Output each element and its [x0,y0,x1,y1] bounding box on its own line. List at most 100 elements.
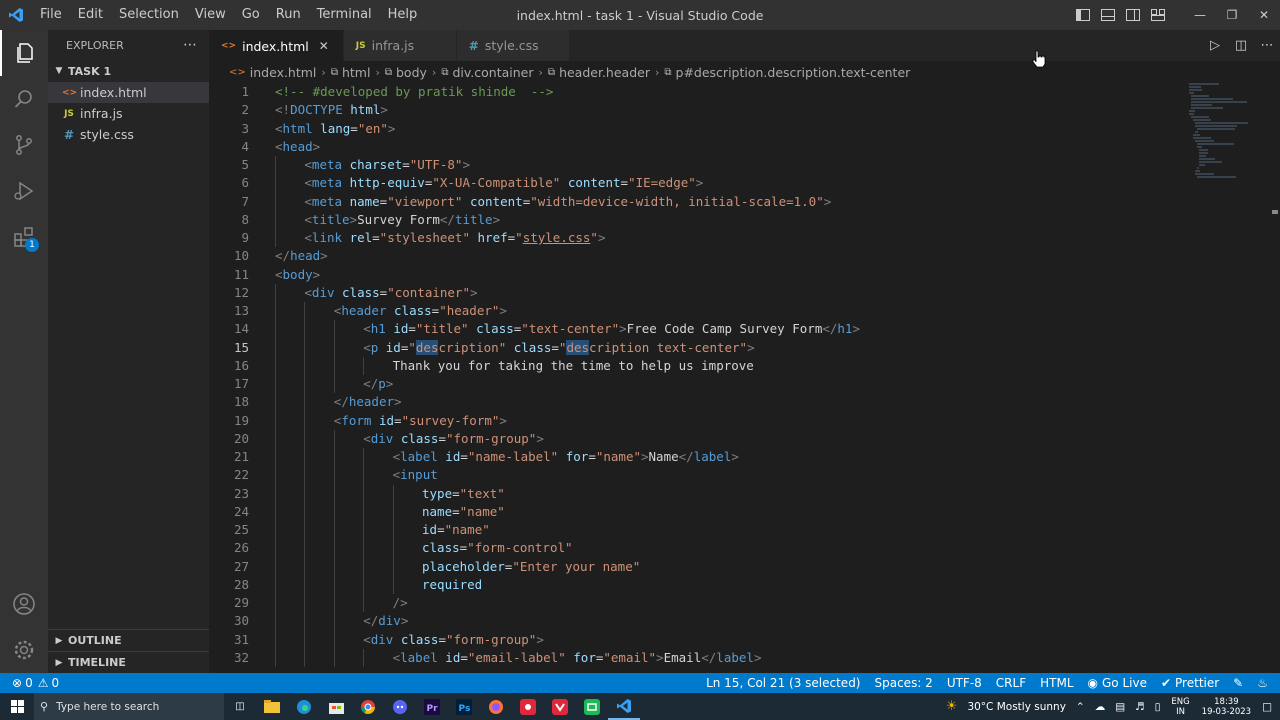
clock[interactable]: 18:39 19-03-2023 [1196,697,1257,717]
run-debug-icon[interactable] [0,168,48,214]
battery-icon[interactable]: ▯ [1150,701,1166,713]
windows-start-icon[interactable] [0,693,34,720]
code-line[interactable]: 27 placeholder="Enter your name" [209,557,1189,576]
code-line[interactable]: 13 <header class="header"> [209,302,1189,321]
breadcrumb-item[interactable]: ⧉ div.container [441,65,533,80]
breadcrumb-item[interactable]: ⧉ html [331,65,371,80]
code-line[interactable]: 23 type="text" [209,484,1189,503]
code-line[interactable]: 18 </header> [209,393,1189,412]
folder-task1[interactable]: ▼ TASK 1 [48,60,209,82]
menu-terminal[interactable]: Terminal [309,0,380,30]
indentation[interactable]: Spaces: 2 [868,676,940,690]
encoding[interactable]: UTF-8 [940,676,989,690]
close-tab-icon[interactable]: ✕ [319,39,333,53]
menu-run[interactable]: Run [268,0,309,30]
code-line[interactable]: 31 <div class="form-group"> [209,630,1189,649]
line-ending[interactable]: CRLF [989,676,1033,690]
volume-icon[interactable]: ♬ [1130,701,1149,713]
code-line[interactable]: 5 <meta charset="UTF-8"> [209,156,1189,175]
code-line[interactable]: 1 <!-- #developed by pratik shinde --> [209,83,1189,101]
menu-view[interactable]: View [187,0,234,30]
more-actions-icon[interactable]: ⋯ [1254,38,1280,53]
run-icon[interactable]: ▷ [1202,38,1228,53]
code-line[interactable]: 30 </div> [209,612,1189,631]
code-line[interactable]: 6 <meta http-equiv="X-UA-Compatible" cont… [209,174,1189,193]
minimize-icon[interactable]: — [1184,0,1216,30]
notifications-bell-icon[interactable]: ♨ [1250,676,1280,690]
code-editor[interactable]: 1 <!-- #developed by pratik shinde --> 2 <!… [209,83,1189,673]
language-indicator[interactable]: ENG IN [1165,697,1195,717]
toggle-panel-icon[interactable] [1095,0,1120,30]
explorer-icon[interactable] [0,30,48,76]
file-item-style-css[interactable]: # style.css [48,124,209,145]
tab-index-html[interactable]: <> index.html ✕ [209,30,344,61]
code-line[interactable]: 21 <label id="name-label" for="name">Name… [209,448,1189,467]
extensions-icon[interactable]: 1 [0,214,48,260]
feedback-icon[interactable]: ✎ [1226,676,1250,690]
code-line[interactable]: 24 name="name" [209,502,1189,521]
file-explorer-icon[interactable] [256,693,288,720]
status-problems[interactable]: ⊗ 0 ⚠ 0 [0,676,59,690]
minimap[interactable] [1189,83,1269,383]
tab-style-css[interactable]: # style.css [456,30,570,61]
language-mode[interactable]: HTML [1033,676,1080,690]
close-window-icon[interactable]: ✕ [1248,0,1280,30]
code-line[interactable]: 20 <div class="form-group"> [209,429,1189,448]
vscode-taskbar-icon[interactable] [608,693,640,720]
code-line[interactable]: 4 <head> [209,138,1189,156]
menu-edit[interactable]: Edit [70,0,111,30]
go-live-button[interactable]: ◉ Go Live [1081,676,1154,690]
manage-gear-icon[interactable] [0,627,48,673]
notifications-icon[interactable]: □ [1257,701,1280,713]
premiere-icon[interactable]: Pr [416,693,448,720]
weather-text[interactable]: 30°C Mostly sunny [962,701,1070,713]
search-icon[interactable] [0,76,48,122]
firefox-icon[interactable] [480,693,512,720]
timeline-section[interactable]: ▶ TIMELINE [48,651,209,673]
toggle-primary-sidebar-icon[interactable] [1070,0,1095,30]
code-line[interactable]: 28 required [209,575,1189,594]
code-line[interactable]: 16 Thank you for taking the time to help … [209,356,1189,375]
cursor-position[interactable]: Ln 15, Col 21 (3 selected) [699,676,867,690]
onedrive-cloud-icon[interactable]: ☁ [1090,701,1111,713]
menu-file[interactable]: File [32,0,70,30]
source-control-icon[interactable] [0,122,48,168]
code-line[interactable]: 12 <div class="container"> [209,283,1189,302]
chrome-icon[interactable] [352,693,384,720]
accounts-icon[interactable] [0,581,48,627]
more-actions-icon[interactable]: ⋯ [183,37,197,53]
code-line[interactable]: 26 class="form-control" [209,539,1189,558]
menu-go[interactable]: Go [234,0,268,30]
edge-browser-icon[interactable] [288,693,320,720]
code-line[interactable]: 9 <link rel="stylesheet" href="style.css"… [209,229,1189,248]
breadcrumb-item[interactable]: ⧉ p#description.description.text-center [664,65,910,80]
red-app-icon[interactable] [544,693,576,720]
code-line[interactable]: 7 <meta name="viewport" content="width=de… [209,192,1189,211]
task-view-icon[interactable]: ◫ [224,693,256,720]
tab-infra-js[interactable]: JS infra.js [343,30,457,61]
customize-layout-icon[interactable] [1145,0,1170,30]
code-line[interactable]: 14 <h1 id="title" class="text-center">Fre… [209,320,1189,339]
discord-icon[interactable] [384,693,416,720]
code-line[interactable]: 29 /> [209,594,1189,613]
restore-icon[interactable]: ❐ [1216,0,1248,30]
prettier-button[interactable]: ✔ Prettier [1154,676,1226,690]
photoshop-icon[interactable]: Ps [448,693,480,720]
breadcrumb-item[interactable]: ⧉ body [385,65,427,80]
record-app-icon[interactable] [512,693,544,720]
store-icon[interactable] [320,693,352,720]
breadcrumb-item[interactable]: <> index.html [229,65,316,80]
weather-icon[interactable]: ☀ [941,699,963,714]
code-line[interactable]: 19 <form id="survey-form"> [209,411,1189,430]
file-item-infra-js[interactable]: JS infra.js [48,103,209,124]
code-line[interactable]: 8 <title>Survey Form</title> [209,210,1189,229]
green-app-icon[interactable] [576,693,608,720]
code-line[interactable]: 22 <input [209,466,1189,485]
scrollbar-thumb[interactable] [1272,210,1278,214]
code-line[interactable]: 17 </p> [209,375,1189,394]
code-line[interactable]: 15 <p id="description" class="description… [209,338,1189,357]
taskbar-search-box[interactable]: ⚲ Type here to search [34,693,224,720]
network-icon[interactable]: ▤ [1110,701,1130,713]
menu-help[interactable]: Help [380,0,426,30]
breadcrumb-item[interactable]: ⧉ header.header [548,65,650,80]
